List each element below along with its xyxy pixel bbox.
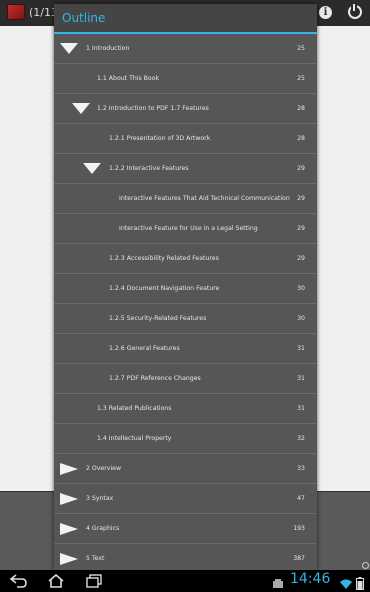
outline-item-page: 30 bbox=[297, 285, 305, 292]
outline-header: Outline bbox=[54, 4, 317, 34]
system-bar: 14:46 bbox=[0, 570, 370, 592]
book-icon[interactable] bbox=[7, 4, 25, 20]
outline-item-page: 25 bbox=[297, 45, 305, 52]
outline-item-label: 1.2.5 Security-Related Features bbox=[109, 315, 207, 322]
outline-item-label: 1.3 Related Publications bbox=[97, 405, 172, 412]
outline-item-label: 1.2.1 Presentation of 3D Artwork bbox=[109, 135, 211, 142]
outline-item-page: 29 bbox=[297, 255, 305, 262]
recent-apps-icon[interactable] bbox=[86, 574, 102, 588]
outline-item-page: 31 bbox=[297, 405, 305, 412]
home-icon[interactable] bbox=[48, 574, 64, 588]
outline-item[interactable]: 1.3 Related Publications 31 bbox=[54, 394, 317, 424]
outline-item[interactable]: 1.4 Intellectual Property 32 bbox=[54, 424, 317, 454]
outline-item[interactable]: 4 Graphics 193 bbox=[54, 514, 317, 544]
outline-item-label: 1.2 Introduction to PDF 1.7 Features bbox=[97, 105, 209, 112]
outline-item[interactable]: 1.2.7 PDF Reference Changes 31 bbox=[54, 364, 317, 394]
outline-item[interactable]: 1.1 About This Book 25 bbox=[54, 64, 317, 94]
outline-item[interactable]: 1.2.4 Document Navigation Feature 30 bbox=[54, 274, 317, 304]
outline-item-label: 3 Syntax bbox=[86, 495, 114, 502]
wifi-icon[interactable] bbox=[340, 575, 352, 592]
clock[interactable]: 14:46 bbox=[290, 571, 330, 587]
outline-item-page: 31 bbox=[297, 375, 305, 382]
outline-item-label: 1 Introduction bbox=[86, 45, 130, 52]
collapsed-arrow-icon[interactable] bbox=[60, 553, 78, 565]
outline-item-label: 5 Text bbox=[86, 555, 105, 562]
collapsed-arrow-icon[interactable] bbox=[60, 463, 78, 475]
expanded-arrow-icon[interactable] bbox=[83, 163, 101, 174]
outline-item[interactable]: 5 Text 387 bbox=[54, 544, 317, 570]
outline-item-label: 1.2.6 General Features bbox=[109, 345, 180, 352]
expanded-arrow-icon[interactable] bbox=[60, 43, 78, 54]
collapsed-arrow-icon[interactable] bbox=[60, 493, 78, 505]
outline-item-page: 31 bbox=[297, 345, 305, 352]
outline-item-page: 29 bbox=[297, 195, 305, 202]
outline-item[interactable]: Interactive Feature for Use in a Legal S… bbox=[54, 214, 317, 244]
outline-item[interactable]: 1.2.6 General Features 31 bbox=[54, 334, 317, 364]
outline-item-label: 2 Overview bbox=[86, 465, 122, 472]
outline-item-page: 28 bbox=[297, 105, 305, 112]
outline-item-label: 1.4 Intellectual Property bbox=[97, 435, 172, 442]
back-icon[interactable] bbox=[10, 574, 27, 588]
battery-icon[interactable] bbox=[356, 575, 364, 592]
outline-item-page: 29 bbox=[297, 165, 305, 172]
outline-item-label: 1.2.2 Interactive Features bbox=[109, 165, 189, 172]
resize-handle-icon[interactable] bbox=[362, 562, 369, 569]
outline-item[interactable]: 3 Syntax 47 bbox=[54, 484, 317, 514]
outline-item[interactable]: 1.2.5 Security-Related Features 30 bbox=[54, 304, 317, 334]
outline-item-label: 1.2.7 PDF Reference Changes bbox=[109, 375, 201, 382]
power-icon[interactable] bbox=[348, 4, 362, 19]
outline-item-label: Interactive Features That Aid Technical … bbox=[119, 195, 290, 202]
outline-item[interactable]: 1.2 Introduction to PDF 1.7 Features 28 bbox=[54, 94, 317, 124]
outline-title: Outline bbox=[62, 11, 106, 25]
outline-list: 1 Introduction 25 1.1 About This Book 25 1.2… bbox=[54, 34, 317, 570]
outline-item-page: 32 bbox=[297, 435, 305, 442]
outline-item[interactable]: 1.2.2 Interactive Features 29 bbox=[54, 154, 317, 184]
collapsed-arrow-icon[interactable] bbox=[60, 523, 78, 535]
outline-item[interactable]: 1.2.3 Accessibility Related Features 29 bbox=[54, 244, 317, 274]
outline-item-page: 29 bbox=[297, 225, 305, 232]
outline-item[interactable]: Interactive Features That Aid Technical … bbox=[54, 184, 317, 214]
outline-item-label: Interactive Feature for Use in a Legal S… bbox=[119, 225, 258, 232]
outline-item-page: 47 bbox=[297, 495, 305, 502]
outline-item-label: 1.1 About This Book bbox=[97, 75, 160, 82]
outline-item-label: 1.2.3 Accessibility Related Features bbox=[109, 255, 219, 262]
outline-item-page: 193 bbox=[293, 525, 305, 532]
outline-item-page: 28 bbox=[297, 135, 305, 142]
expanded-arrow-icon[interactable] bbox=[72, 103, 90, 114]
outline-item-label: 4 Graphics bbox=[86, 525, 120, 532]
outline-item-page: 33 bbox=[297, 465, 305, 472]
outline-item-label: 1.2.4 Document Navigation Feature bbox=[109, 285, 220, 292]
notification-icon[interactable] bbox=[272, 575, 284, 592]
outline-item-page: 30 bbox=[297, 315, 305, 322]
outline-item[interactable]: 1.2.1 Presentation of 3D Artwork 28 bbox=[54, 124, 317, 154]
outline-item[interactable]: 1 Introduction 25 bbox=[54, 34, 317, 64]
outline-item-page: 387 bbox=[293, 555, 305, 562]
outline-dialog: Outline 1 Introduction 25 1.1 About This B… bbox=[54, 4, 317, 570]
outline-item[interactable]: 2 Overview 33 bbox=[54, 454, 317, 484]
outline-item-page: 25 bbox=[297, 75, 305, 82]
info-icon[interactable]: i bbox=[319, 6, 332, 19]
